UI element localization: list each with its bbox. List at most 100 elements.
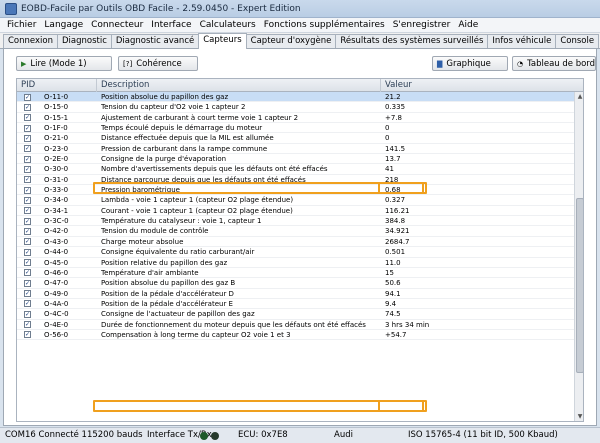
row-checkbox[interactable]: ✓: [24, 227, 31, 235]
menu-enregistrer[interactable]: S'enregistrer: [389, 20, 455, 30]
table-row[interactable]: ✓ O-2E-0 Consigne de la purge d'évaporatio…: [17, 154, 574, 165]
pid-cell: O-2E-0: [44, 155, 69, 164]
table-row[interactable]: ✓ O-30-0 Nombre d'avertissements depuis qu…: [17, 164, 574, 175]
pid-cell: O-4E-0: [44, 320, 69, 329]
value-cell: 11.0: [385, 258, 401, 267]
tab-capteurs[interactable]: Capteurs: [198, 33, 247, 49]
table-row[interactable]: ✓ O-1F-0 Temps écoulé depuis le démarrage …: [17, 123, 574, 134]
table-row[interactable]: ✓ O-34-1 Courant - voie 1 capteur 1 (capte…: [17, 206, 574, 217]
value-cell: 0.327: [385, 196, 406, 205]
row-checkbox[interactable]: ✓: [24, 217, 31, 225]
table-row[interactable]: ✓ O-34-0 Lambda - voie 1 capteur 1 (capteu…: [17, 195, 574, 206]
row-checkbox[interactable]: ✓: [24, 176, 31, 184]
table-row[interactable]: ✓ O-43-0 Charge moteur absolue 2684.7: [17, 237, 574, 248]
description-cell: Position absolue du papillon des gaz B: [101, 279, 236, 288]
value-cell: 0.335: [385, 103, 406, 112]
scroll-up-icon[interactable]: ▲: [576, 93, 583, 101]
scroll-down-icon[interactable]: ▼: [576, 413, 583, 421]
table-row[interactable]: ✓ O-23-0 Pression de carburant dans la ram…: [17, 144, 574, 155]
tx-led-icon: [200, 432, 208, 440]
row-checkbox[interactable]: ✓: [24, 145, 31, 153]
tab-infos-vehicule[interactable]: Infos véhicule: [487, 34, 557, 48]
row-checkbox[interactable]: ✓: [24, 300, 31, 308]
table-row[interactable]: ✓ O-4E-0 Durée de fonctionnement du moteur…: [17, 320, 574, 330]
dashboard-label: Tableau de bord: [527, 58, 596, 69]
row-checkbox[interactable]: ✓: [24, 321, 31, 329]
menu-calculateurs[interactable]: Calculateurs: [196, 20, 260, 30]
vertical-scrollbar[interactable]: ▲ ▼: [574, 92, 583, 421]
column-header-value[interactable]: Valeur: [381, 79, 583, 92]
menu-langage[interactable]: Langage: [40, 20, 87, 30]
row-checkbox[interactable]: ✓: [24, 310, 31, 318]
row-checkbox[interactable]: ✓: [24, 155, 31, 163]
table-row[interactable]: ✓ O-49-0 Position de la pédale d'accélérat…: [17, 289, 574, 299]
menu-interface[interactable]: Interface: [147, 20, 195, 30]
row-checkbox[interactable]: ✓: [24, 165, 31, 173]
tab-resultats-systemes[interactable]: Résultats des systèmes surveillés: [335, 34, 489, 48]
menu-connecteur[interactable]: Connecteur: [87, 20, 147, 30]
row-checkbox[interactable]: ✓: [24, 114, 31, 122]
row-checkbox[interactable]: ✓: [24, 279, 31, 287]
row-checkbox[interactable]: ✓: [24, 196, 31, 204]
menu-fonctions[interactable]: Fonctions supplémentaires: [260, 20, 389, 30]
row-checkbox[interactable]: ✓: [24, 134, 31, 142]
pid-cell: O-15-0: [44, 103, 69, 112]
table-row[interactable]: ✓ O-15-1 Ajustement de carburant à court t…: [17, 113, 574, 124]
row-checkbox[interactable]: ✓: [24, 331, 31, 339]
read-mode1-button[interactable]: ▶ Lire (Mode 1): [16, 56, 112, 71]
row-checkbox[interactable]: ✓: [24, 207, 31, 215]
row-checkbox[interactable]: ✓: [24, 93, 31, 101]
row-checkbox[interactable]: ✓: [24, 186, 31, 194]
table-row[interactable]: ✓ O-4A-0 Position de la pédale d'accélérat…: [17, 299, 574, 310]
pid-cell: O-44-0: [44, 248, 69, 257]
table-row[interactable]: ✓ O-3C-0 Température du catalyseur : voie …: [17, 216, 574, 227]
table-row[interactable]: ✓ O-46-0 Température d'air ambiante 15: [17, 268, 574, 279]
description-cell: Lambda - voie 1 capteur 1 (capteur O2 pl…: [101, 196, 294, 205]
table-row[interactable]: ✓ O-56-0 Compensation à long terme du capt…: [17, 330, 574, 341]
highlight-box-runtime-value: [378, 400, 427, 412]
description-cell: Courant - voie 1 capteur 1 (capteur O2 p…: [101, 206, 293, 215]
row-checkbox[interactable]: ✓: [24, 259, 31, 266]
tab-capteur-oxygene[interactable]: Capteur d'oxygène: [245, 34, 337, 48]
scrollbar-thumb[interactable]: [576, 198, 583, 373]
table-row[interactable]: ✓ O-11-0 Position absolue du papillon des …: [17, 92, 574, 103]
tab-connexion[interactable]: Connexion: [3, 34, 58, 48]
value-cell: +7.8: [385, 113, 402, 122]
dashboard-button[interactable]: ◔ Tableau de bord: [512, 56, 596, 71]
row-checkbox[interactable]: ✓: [24, 124, 31, 132]
row-checkbox[interactable]: ✓: [24, 248, 31, 256]
description-cell: Tension du module de contrôle: [101, 227, 209, 236]
description-cell: Consigne de la purge d'évaporation: [101, 155, 227, 164]
menu-aide[interactable]: Aide: [454, 20, 482, 30]
value-cell: 384.8: [385, 217, 406, 226]
table-row[interactable]: ✓ O-47-0 Position absolue du papillon des …: [17, 278, 574, 289]
tab-console[interactable]: Console: [555, 34, 600, 48]
description-cell: Ajustement de carburant à court terme vo…: [101, 113, 299, 122]
column-header-description[interactable]: Description: [97, 79, 381, 92]
table-header: PID Description Valeur: [17, 79, 583, 92]
status-bar: COM16 Connecté 115200 bauds Interface Tx…: [0, 427, 600, 443]
vehicle-make: Audi: [334, 430, 353, 440]
highlight-box-distance: [93, 182, 424, 194]
table-row[interactable]: ✓ O-45-0 Position relative du papillon des…: [17, 258, 574, 268]
row-checkbox[interactable]: ✓: [24, 290, 31, 298]
pid-cell: O-4C-0: [44, 310, 69, 319]
table-row[interactable]: ✓ O-42-0 Tension du module de contrôle 34.9…: [17, 226, 574, 237]
column-header-pid[interactable]: PID: [17, 79, 97, 92]
read-mode1-label: Lire (Mode 1): [30, 58, 87, 69]
value-cell: 0: [385, 124, 390, 133]
menu-fichier[interactable]: Fichier: [3, 20, 40, 30]
tab-diagnostic-avance[interactable]: Diagnostic avancé: [110, 34, 200, 48]
row-checkbox[interactable]: ✓: [24, 269, 31, 277]
table-row[interactable]: ✓ O-15-0 Tension du capteur d'O2 voie 1 ca…: [17, 102, 574, 113]
row-checkbox[interactable]: ✓: [24, 103, 31, 111]
tab-diagnostic[interactable]: Diagnostic: [56, 34, 112, 48]
table-row[interactable]: ✓ O-44-0 Consigne équivalente du ratio car…: [17, 247, 574, 258]
table-row[interactable]: ✓ O-21-0 Distance effectuée depuis que la …: [17, 133, 574, 144]
table-row[interactable]: ✓ O-4C-0 Consigne de l'actuateur de papill…: [17, 309, 574, 320]
row-checkbox[interactable]: ✓: [24, 238, 31, 246]
graph-button[interactable]: ▇ Graphique: [432, 56, 508, 71]
tab-bar: Connexion Diagnostic Diagnostic avancé C…: [0, 33, 600, 49]
value-cell: 21.2: [385, 93, 401, 101]
coherence-button[interactable]: [?] Cohérence: [118, 56, 198, 71]
